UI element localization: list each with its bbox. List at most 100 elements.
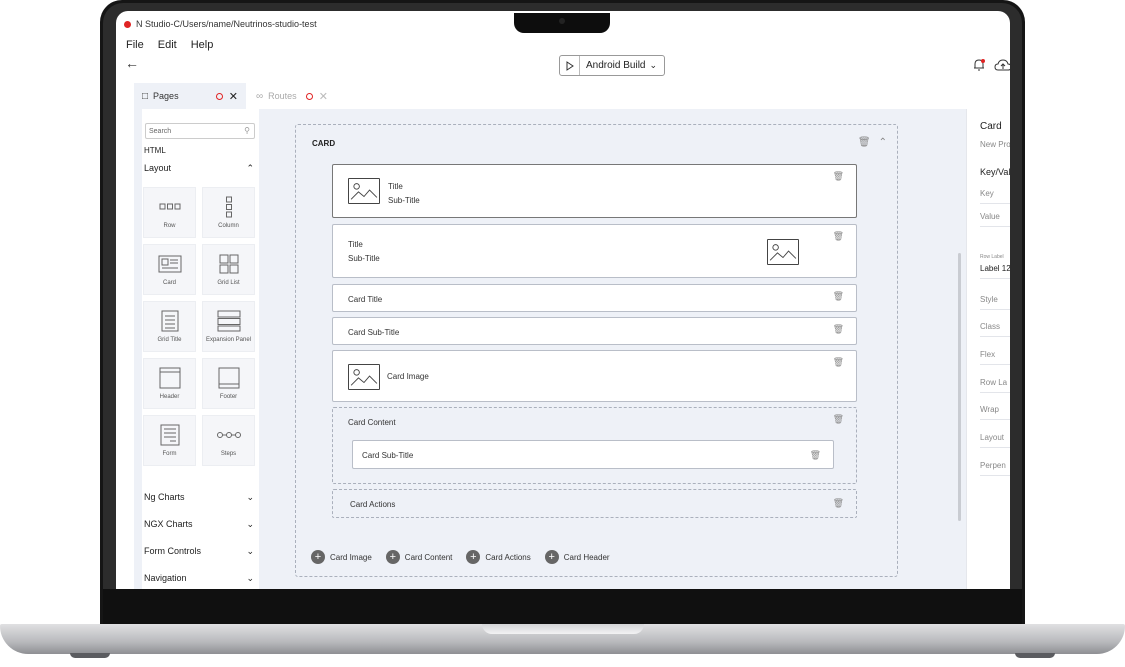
- component-grid-list[interactable]: Grid List: [202, 244, 255, 295]
- add-label: Card Content: [404, 552, 453, 562]
- header-title: Title: [388, 182, 403, 191]
- add-card-content-button[interactable]: + Card Content: [385, 550, 453, 564]
- component-label: Form: [162, 451, 177, 457]
- trash-icon[interactable]: 🗑: [833, 324, 844, 335]
- add-section-buttons: + Card Image + Card Content + Card Actio…: [311, 550, 610, 564]
- trash-icon[interactable]: 🗑: [833, 291, 844, 302]
- component-form[interactable]: Form: [143, 415, 196, 466]
- cloud-upload-icon[interactable]: [994, 58, 1010, 72]
- section-ngx-charts[interactable]: NGX Charts ⌄: [144, 519, 254, 530]
- plus-icon: +: [544, 550, 559, 564]
- trash-icon[interactable]: 🗑: [833, 231, 844, 242]
- component-expansion-panel[interactable]: Expansion Panel: [202, 301, 255, 352]
- component-grid-title[interactable]: Grid Title: [143, 301, 196, 352]
- chevron-down-icon: ⌄: [246, 546, 254, 556]
- section-label: Form Controls: [144, 546, 202, 556]
- component-row[interactable]: Row: [143, 187, 196, 238]
- card-content-block[interactable]: Card Content 🗑 Card Sub-Title 🗑: [332, 407, 857, 484]
- laptop-foot: [70, 653, 110, 658]
- trash-icon[interactable]: 🗑: [833, 357, 844, 368]
- trash-icon[interactable]: 🗑: [833, 171, 844, 182]
- card-subtitle-block[interactable]: Card Sub-Title 🗑: [332, 317, 857, 345]
- add-card-image-button[interactable]: + Card Image: [311, 550, 372, 564]
- notification-bell-icon[interactable]: [972, 58, 986, 72]
- row-label-field[interactable]: Label 12: [980, 264, 1010, 273]
- add-label: Card Image: [330, 552, 372, 562]
- component-label: Column: [218, 223, 239, 229]
- style-field[interactable]: Style: [980, 295, 998, 304]
- canvas-scrollbar[interactable]: [958, 253, 961, 521]
- menu-help[interactable]: Help: [191, 39, 214, 51]
- menu-file[interactable]: File: [126, 39, 144, 51]
- camera-icon: [559, 18, 565, 24]
- perpendicular-field[interactable]: Perpen: [980, 461, 1006, 470]
- trash-icon[interactable]: 🗑: [858, 137, 871, 148]
- menu-edit[interactable]: Edit: [158, 39, 177, 51]
- section-form-controls[interactable]: Form Controls ⌄: [144, 546, 254, 557]
- section-navigation[interactable]: Navigation ⌄: [144, 573, 254, 584]
- component-label: Row: [163, 223, 176, 229]
- card-image-block[interactable]: Card Image 🗑: [332, 350, 857, 402]
- value-field[interactable]: Value: [980, 212, 1000, 221]
- props-title: Card: [980, 121, 1002, 132]
- header-title: Title: [348, 240, 363, 249]
- row-layout-field[interactable]: Row La: [980, 378, 1007, 387]
- expansion-panel-icon: [217, 310, 240, 332]
- layout-field[interactable]: Layout: [980, 433, 1004, 442]
- tab-pages[interactable]: □ Pages ✕: [134, 83, 246, 109]
- section-label: Ng Charts: [144, 492, 185, 502]
- search-placeholder: Search: [149, 127, 172, 135]
- tab-routes-label: Routes: [268, 91, 297, 101]
- nested-subtitle-label: Card Sub-Title: [362, 451, 414, 460]
- plus-icon: +: [311, 550, 325, 564]
- steps-icon: [216, 432, 241, 438]
- unsaved-indicator-icon: [215, 92, 223, 100]
- menu-bar: File Edit Help: [126, 39, 213, 51]
- key-field[interactable]: Key: [980, 189, 994, 198]
- layout-components-grid: Row Column Card Grid List Grid Title Exp…: [143, 187, 255, 466]
- card-controls: 🗑 ⌃: [858, 137, 887, 148]
- divider: [980, 278, 1010, 279]
- trash-icon[interactable]: 🗑: [833, 498, 844, 509]
- wrap-field[interactable]: Wrap: [980, 405, 999, 414]
- component-column[interactable]: Column: [202, 187, 255, 238]
- component-label: Footer: [219, 394, 238, 400]
- header-subtitle: Sub-Title: [388, 196, 420, 205]
- divider: [980, 419, 1010, 420]
- html-section[interactable]: HTML: [144, 146, 166, 155]
- class-field[interactable]: Class: [980, 322, 1000, 331]
- card-header-block[interactable]: Title Sub-Title 🗑: [332, 224, 857, 278]
- layout-section-header[interactable]: Layout ⌃: [144, 163, 254, 174]
- add-label: Card Header: [563, 552, 610, 562]
- flex-field[interactable]: Flex: [980, 350, 995, 359]
- card-header-block[interactable]: Title Sub-Title 🗑: [332, 164, 857, 218]
- component-steps[interactable]: Steps: [202, 415, 255, 466]
- section-ng-charts[interactable]: Ng Charts ⌄: [144, 492, 254, 503]
- android-build-button[interactable]: Android Build ⌄: [559, 55, 665, 76]
- components-list: Search ⚲ HTML Layout ⌃ Row Column Card G…: [142, 109, 259, 589]
- trash-icon[interactable]: 🗑: [833, 414, 844, 425]
- add-card-header-button[interactable]: + Card Header: [544, 550, 610, 564]
- close-icon[interactable]: ✕: [229, 90, 238, 103]
- card-container[interactable]: CARD 🗑 ⌃ Title Sub-Title 🗑 Title Sub-Tit…: [295, 124, 898, 577]
- card-title-block[interactable]: Card Title 🗑: [332, 284, 857, 312]
- grid-list-icon: [219, 254, 238, 274]
- back-arrow-icon[interactable]: ←: [125, 55, 139, 71]
- close-icon[interactable]: ✕: [319, 90, 328, 103]
- trash-icon[interactable]: 🗑: [810, 450, 821, 461]
- chevron-up-icon[interactable]: ⌃: [879, 137, 887, 148]
- header-subtitle: Sub-Title: [348, 254, 380, 263]
- search-input[interactable]: Search ⚲: [145, 123, 255, 139]
- component-card[interactable]: Card: [143, 244, 196, 295]
- card-subtitle-label: Card Sub-Title: [348, 328, 400, 337]
- component-header[interactable]: Header: [143, 358, 196, 409]
- components-panel: Search ⚲ HTML Layout ⌃ Row Column Card G…: [134, 109, 265, 589]
- nested-subtitle-block[interactable]: Card Sub-Title 🗑: [352, 440, 834, 469]
- card-actions-block[interactable]: Card Actions 🗑: [332, 489, 857, 518]
- tab-routes[interactable]: ∞ Routes ✕: [252, 83, 336, 109]
- pages-icon: □: [142, 90, 149, 102]
- laptop-opening-notch: [482, 624, 644, 634]
- component-footer[interactable]: Footer: [202, 358, 255, 409]
- component-label: Grid List: [217, 280, 240, 286]
- add-card-actions-button[interactable]: + Card Actions: [466, 550, 531, 564]
